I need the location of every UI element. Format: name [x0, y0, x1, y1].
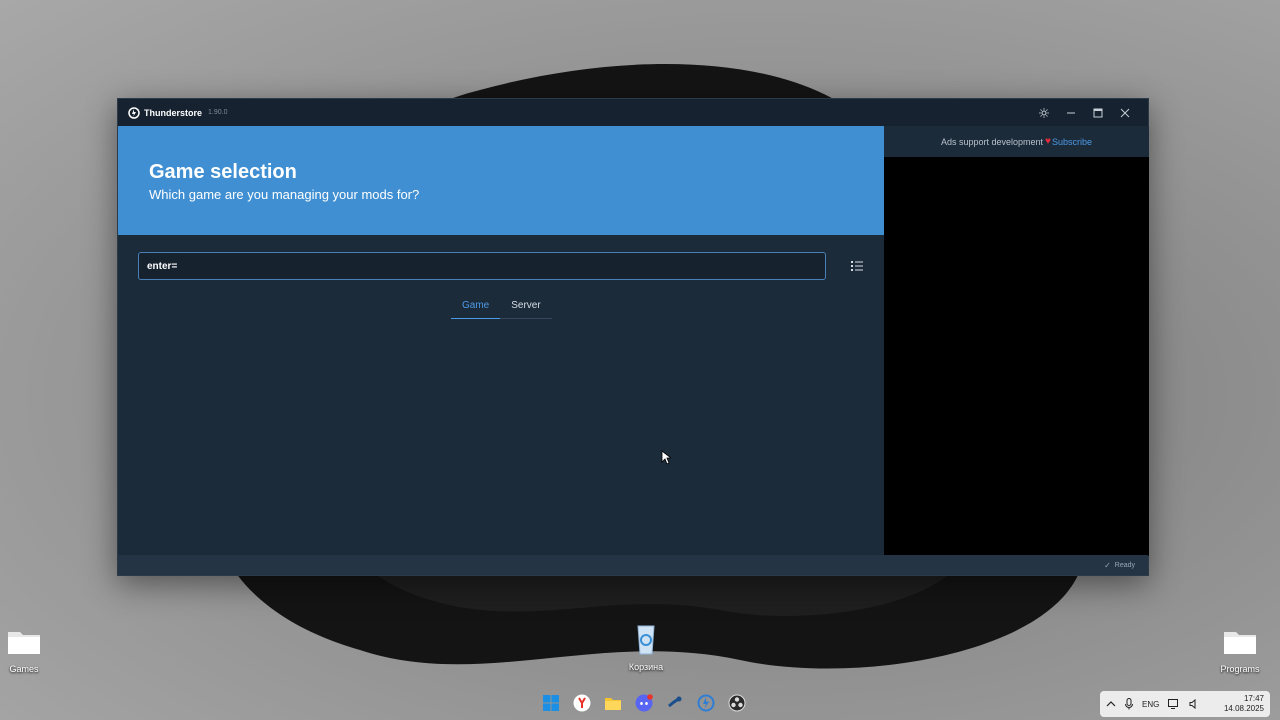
desktop-icon-label: Programs — [1220, 664, 1260, 674]
thunderstore-window: Thunderstore 1.90.0 Game selection Which… — [117, 98, 1149, 576]
ad-banner: Ads support development ♥ Subscribe — [884, 126, 1149, 157]
subscribe-link[interactable]: Subscribe — [1052, 137, 1092, 147]
recycle-bin-icon — [637, 625, 655, 655]
desktop-icon-label: Корзина — [628, 662, 664, 672]
ad-panel: Ads support development ♥ Subscribe — [884, 126, 1149, 556]
tab-game[interactable]: Game — [451, 296, 501, 319]
desktop-icon-label: Games — [9, 664, 39, 674]
game-search-input[interactable] — [138, 252, 826, 280]
title-bar[interactable]: Thunderstore 1.90.0 — [118, 99, 1148, 126]
file-explorer-icon[interactable] — [602, 692, 624, 714]
sun-icon — [1038, 107, 1049, 118]
volume-icon[interactable] — [1189, 699, 1199, 709]
clock[interactable]: 17:47 14.08.2025 — [1224, 694, 1264, 714]
desktop-icon-programs[interactable]: Programs — [1208, 624, 1272, 674]
search-row — [138, 252, 868, 280]
app-version: 1.90.0 — [208, 109, 228, 116]
language-indicator[interactable]: ENG — [1142, 700, 1159, 709]
network-icon[interactable] — [1168, 699, 1180, 709]
minimize-icon — [1066, 112, 1075, 113]
ad-text: Ads support development — [940, 136, 1044, 147]
maximize-icon — [1093, 108, 1102, 117]
page-subtitle: Which game are you managing your mods fo… — [149, 187, 420, 202]
obs-icon[interactable] — [726, 692, 748, 714]
desktop-icon-recycle-bin[interactable]: Корзина — [614, 622, 678, 672]
page-title: Game selection — [149, 161, 297, 183]
maximize-button[interactable] — [1084, 99, 1111, 126]
windows-start-icon[interactable] — [540, 692, 562, 714]
minimize-button[interactable] — [1057, 99, 1084, 126]
clock-time: 17:47 — [1243, 694, 1264, 703]
chevron-up-icon[interactable] — [1106, 700, 1116, 708]
steam-icon[interactable] — [664, 692, 686, 714]
thunderstore-icon[interactable] — [695, 692, 717, 714]
close-icon — [1120, 108, 1129, 117]
folder-icon — [1224, 632, 1256, 654]
close-button[interactable] — [1111, 99, 1138, 126]
list-view-icon[interactable] — [850, 259, 864, 273]
folder-icon — [8, 632, 40, 654]
game-type-tabs: Game Server — [451, 296, 552, 319]
microphone-icon[interactable] — [1125, 698, 1133, 710]
heart-icon: ♥ — [1045, 136, 1051, 147]
clock-date: 14.08.2025 — [1223, 704, 1264, 713]
thunderstore-logo-icon — [128, 106, 140, 119]
hero-banner: Game selection Which game are you managi… — [118, 126, 884, 235]
app-name: Thunderstore — [144, 107, 203, 118]
yandex-browser-icon[interactable] — [571, 692, 593, 714]
main-panel: Game selection Which game are you managi… — [118, 126, 884, 556]
check-icon: ✓ — [1104, 560, 1111, 570]
mouse-cursor-icon — [661, 450, 671, 465]
status-text: Ready — [1114, 561, 1135, 569]
tab-server[interactable]: Server — [500, 296, 552, 319]
discord-icon[interactable] — [633, 692, 655, 714]
theme-toggle-button[interactable] — [1030, 99, 1057, 126]
status-bar: ✓ Ready — [118, 555, 1148, 575]
desktop-icon-games[interactable]: Games — [0, 624, 56, 674]
taskbar — [540, 692, 748, 714]
system-tray: ENG 17:47 14.08.2025 — [1100, 691, 1270, 717]
